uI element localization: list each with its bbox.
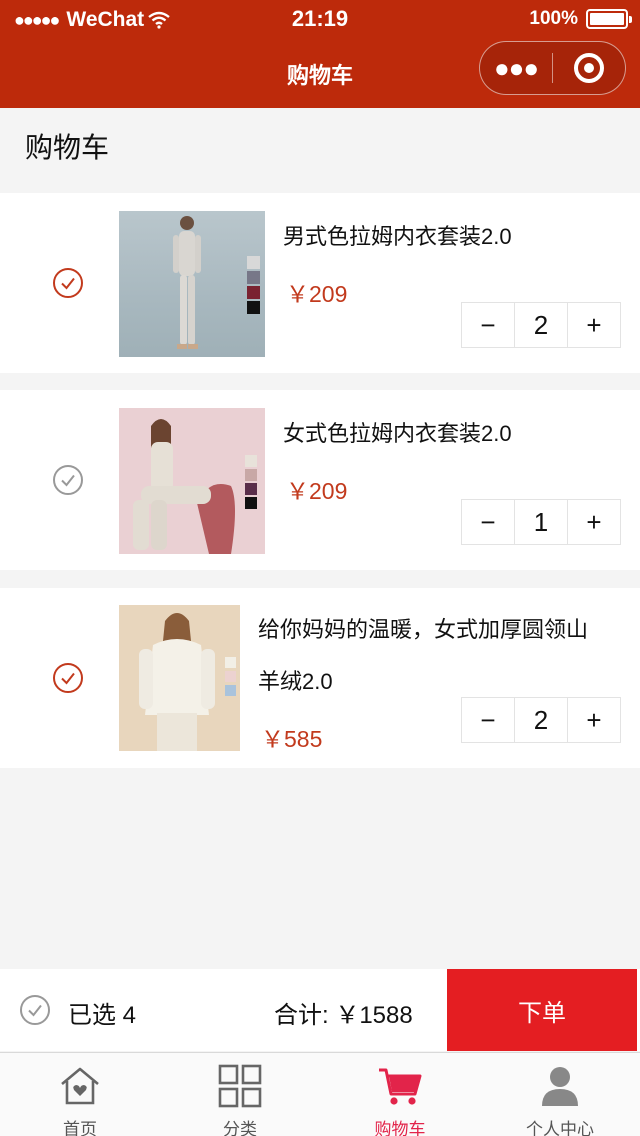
product-price: ￥585	[261, 726, 323, 752]
quantity-value[interactable]: 2	[514, 303, 568, 347]
more-button[interactable]: ●●●	[480, 41, 552, 95]
status-right: 100%	[529, 8, 632, 30]
tab-profile[interactable]: 个人中心	[480, 1053, 640, 1136]
quantity-value[interactable]: 1	[514, 500, 568, 544]
product-image[interactable]	[119, 211, 265, 357]
increase-button[interactable]: +	[568, 500, 620, 544]
battery-percent: 100%	[529, 8, 578, 29]
item-checkbox[interactable]	[53, 268, 83, 298]
place-order-button[interactable]: 下单	[447, 969, 637, 1051]
quantity-value[interactable]: 2	[514, 698, 568, 742]
tab-cart[interactable]: 购物车	[320, 1053, 480, 1136]
quantity-stepper: − 2 +	[461, 697, 621, 743]
checkmark-icon	[28, 1004, 42, 1017]
decrease-button[interactable]: −	[462, 698, 514, 742]
grid-icon	[216, 1063, 264, 1109]
cart-item: 男式色拉姆内衣套装2.0 ￥209 − 2 +	[0, 193, 640, 373]
user-icon	[536, 1063, 584, 1109]
status-bar: ●●●●● WeChat 21:19 100%	[0, 0, 640, 40]
checkout-bar: 已选 4 合计: ￥1588 下单	[0, 969, 640, 1051]
item-checkbox[interactable]	[53, 465, 83, 495]
product-photo-woman	[133, 419, 257, 554]
item-checkbox[interactable]	[53, 663, 83, 693]
checkmark-icon	[61, 474, 75, 487]
cart-icon	[376, 1063, 424, 1109]
tab-label: 个人中心	[526, 1120, 594, 1136]
product-title[interactable]: 男式色拉姆内衣套装2.0	[283, 213, 512, 261]
product-image[interactable]	[119, 408, 265, 554]
target-icon	[573, 53, 604, 83]
total-price: 合计: ￥1588	[274, 1002, 413, 1029]
tab-home[interactable]: 首页	[0, 1053, 160, 1136]
product-price: ￥209	[286, 478, 348, 504]
product-title-line-1[interactable]: 给你妈妈的温暖，女式加厚圆领山	[258, 606, 588, 654]
checkmark-icon	[61, 277, 75, 290]
checkmark-icon	[61, 672, 75, 685]
mini-program-capsule: ●●●	[479, 41, 626, 95]
product-photo-man	[173, 216, 260, 349]
battery-icon	[586, 9, 632, 29]
top-bar: ●●●●● WeChat 21:19 100% 购物车 ●●●	[0, 0, 640, 108]
close-mini-program-button[interactable]	[553, 53, 625, 83]
tab-bar: 首页 分类 购物车 个人中心	[0, 1052, 640, 1136]
tab-label: 分类	[223, 1120, 257, 1136]
cart-item: 给你妈妈的温暖，女式加厚圆领山 羊绒2.0 ￥585 − 2 +	[0, 588, 640, 768]
cart-item: 女式色拉姆内衣套装2.0 ￥209 − 1 +	[0, 390, 640, 570]
decrease-button[interactable]: −	[462, 303, 514, 347]
page-title: 购物车	[25, 132, 110, 163]
tab-category[interactable]: 分类	[160, 1053, 320, 1136]
product-photo-sweater	[139, 613, 236, 751]
quantity-stepper: − 1 +	[461, 499, 621, 545]
home-icon	[56, 1063, 104, 1109]
increase-button[interactable]: +	[568, 698, 620, 742]
select-all-checkbox[interactable]	[20, 995, 50, 1025]
tab-label: 首页	[63, 1120, 97, 1136]
quantity-stepper: − 2 +	[461, 302, 621, 348]
product-title-line-2[interactable]: 羊绒2.0	[258, 658, 333, 706]
product-image[interactable]	[119, 605, 240, 751]
tab-label: 购物车	[374, 1120, 426, 1136]
product-title[interactable]: 女式色拉姆内衣套装2.0	[283, 410, 512, 458]
selected-count: 已选 4	[68, 1002, 137, 1029]
decrease-button[interactable]: −	[462, 500, 514, 544]
increase-button[interactable]: +	[568, 303, 620, 347]
product-price: ￥209	[286, 281, 348, 307]
